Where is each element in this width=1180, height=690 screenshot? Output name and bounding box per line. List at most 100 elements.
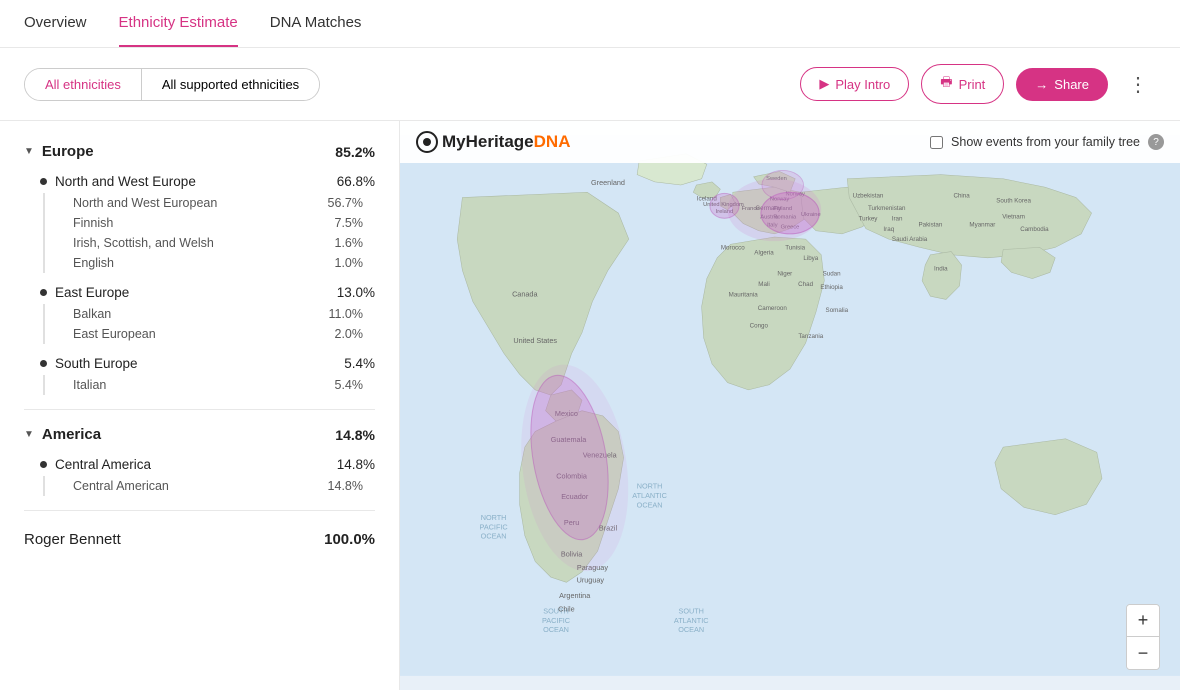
svg-text:Cameroon: Cameroon: [758, 305, 788, 312]
central-america-subsection: Central America 14.8% Central American 1…: [0, 449, 399, 500]
svg-text:Canada: Canada: [512, 289, 538, 298]
svg-text:Pakistan: Pakistan: [918, 222, 942, 229]
south-europe-pct: 5.4%: [344, 356, 375, 371]
play-icon: ▶: [819, 76, 829, 92]
central-america-items: Central American 14.8%: [43, 476, 375, 496]
europe-pct: 85.2%: [335, 144, 375, 160]
play-intro-button[interactable]: ▶ Play Intro: [800, 67, 909, 101]
print-button[interactable]: 🖶 Print: [921, 64, 1004, 104]
nw-europe-pct: 66.8%: [337, 174, 375, 189]
svg-text:Vietnam: Vietnam: [1002, 213, 1025, 220]
svg-text:Ethiopia: Ethiopia: [820, 284, 843, 291]
list-item: Italian 5.4%: [61, 375, 375, 395]
logo-circle-icon: [416, 131, 438, 153]
svg-text:Congo: Congo: [750, 323, 769, 330]
svg-text:Tanzania: Tanzania: [798, 333, 823, 340]
svg-text:OCEAN: OCEAN: [637, 500, 663, 509]
nav-ethnicity-estimate[interactable]: Ethnicity Estimate: [119, 0, 238, 47]
svg-text:ATLANTIC: ATLANTIC: [632, 491, 667, 500]
svg-text:Algeria: Algeria: [754, 250, 774, 257]
svg-text:Tunisia: Tunisia: [785, 245, 805, 252]
svg-text:ATLANTIC: ATLANTIC: [674, 616, 709, 625]
svg-text:Chad: Chad: [798, 281, 813, 288]
myheritage-logo: MyHeritageDNA: [416, 131, 570, 153]
svg-text:Myanmar: Myanmar: [969, 222, 995, 229]
south-europe-subsection: South Europe 5.4% Italian 5.4%: [0, 348, 399, 399]
svg-text:Sudan: Sudan: [823, 271, 842, 278]
help-icon[interactable]: ?: [1148, 134, 1164, 150]
central-america-pct: 14.8%: [337, 457, 375, 472]
svg-text:Uzbekistan: Uzbekistan: [853, 193, 884, 200]
list-item: North and West European 56.7%: [61, 193, 375, 213]
show-events-checkbox[interactable]: [930, 136, 943, 149]
print-icon: 🖶: [940, 73, 952, 95]
svg-text:Cambodia: Cambodia: [1020, 226, 1049, 233]
svg-text:India: India: [934, 265, 948, 272]
svg-text:Somalia: Somalia: [826, 307, 849, 314]
zoom-controls: + −: [1126, 604, 1160, 670]
total-pct: 100.0%: [324, 531, 375, 548]
svg-text:PACIFIC: PACIFIC: [542, 616, 570, 625]
svg-text:NORTH: NORTH: [481, 513, 507, 522]
east-europe-label: East Europe: [55, 285, 129, 300]
list-item: East European 2.0%: [61, 324, 375, 344]
svg-text:Saudi Arabia: Saudi Arabia: [892, 236, 928, 243]
svg-text:Niger: Niger: [777, 271, 792, 278]
europe-chevron-icon: ▼: [24, 146, 34, 157]
share-icon: →: [1035, 77, 1048, 92]
filter-all-supported[interactable]: All supported ethnicities: [142, 69, 319, 100]
map-panel: MyHeritageDNA Show events from your fami…: [400, 121, 1180, 690]
show-events-label: Show events from your family tree: [951, 135, 1140, 149]
svg-text:Turkmenistan: Turkmenistan: [868, 205, 906, 212]
svg-text:Chile: Chile: [558, 604, 575, 613]
dot-icon: [40, 178, 47, 185]
svg-text:United States: United States: [513, 336, 557, 345]
total-row: Roger Bennett 100.0%: [0, 521, 399, 558]
svg-text:South Korea: South Korea: [996, 198, 1031, 205]
svg-text:Libya: Libya: [803, 255, 818, 262]
divider: [24, 409, 375, 410]
share-button[interactable]: → Share: [1016, 68, 1108, 101]
america-section-header[interactable]: ▼ America 14.8%: [0, 420, 399, 449]
total-person-name: Roger Bennett: [24, 531, 121, 548]
svg-text:Iraq: Iraq: [883, 226, 894, 233]
svg-text:China: China: [953, 193, 970, 200]
europe-label: Europe: [42, 143, 94, 160]
ethnicity-list: ▼ Europe 85.2% North and West Europe 66.…: [0, 121, 400, 690]
filter-all-ethnicities[interactable]: All ethnicities: [25, 69, 142, 100]
nw-europe-label: North and West Europe: [55, 174, 196, 189]
list-item: Balkan 11.0%: [61, 304, 375, 324]
nav-overview[interactable]: Overview: [24, 0, 87, 47]
map-header: MyHeritageDNA Show events from your fami…: [400, 121, 1180, 163]
list-item: English 1.0%: [61, 253, 375, 273]
action-buttons: ▶ Play Intro 🖶 Print → Share ⋮: [800, 64, 1156, 104]
svg-text:OCEAN: OCEAN: [678, 625, 704, 634]
svg-text:OCEAN: OCEAN: [481, 532, 507, 541]
south-europe-items: Italian 5.4%: [43, 375, 375, 395]
more-options-button[interactable]: ⋮: [1120, 68, 1156, 101]
zoom-in-button[interactable]: +: [1127, 605, 1159, 637]
svg-text:Uruguay: Uruguay: [577, 575, 605, 584]
zoom-out-button[interactable]: −: [1127, 637, 1159, 669]
list-item: Central American 14.8%: [61, 476, 375, 496]
filter-toggle: All ethnicities All supported ethnicitie…: [24, 68, 320, 101]
europe-section-header[interactable]: ▼ Europe 85.2%: [0, 137, 399, 166]
america-label: America: [42, 426, 101, 443]
nav-dna-matches[interactable]: DNA Matches: [270, 0, 362, 47]
svg-text:Mauritania: Mauritania: [729, 291, 759, 298]
svg-text:Iran: Iran: [892, 215, 903, 222]
list-item: Irish, Scottish, and Welsh 1.6%: [61, 233, 375, 253]
central-america-label: Central America: [55, 457, 151, 472]
svg-text:SOUTH: SOUTH: [678, 607, 703, 616]
main-content: ▼ Europe 85.2% North and West Europe 66.…: [0, 121, 1180, 690]
nw-europe-items: North and West European 56.7% Finnish 7.…: [43, 193, 375, 273]
svg-text:OCEAN: OCEAN: [543, 625, 569, 634]
svg-text:PACIFIC: PACIFIC: [480, 522, 508, 531]
svg-text:Greenland: Greenland: [591, 178, 625, 187]
dot-icon: [40, 360, 47, 367]
america-chevron-icon: ▼: [24, 429, 34, 440]
logo-text: MyHeritage: [442, 132, 534, 152]
dot-icon: [40, 289, 47, 296]
south-europe-label: South Europe: [55, 356, 138, 371]
logo-dna-text: DNA: [534, 132, 571, 152]
